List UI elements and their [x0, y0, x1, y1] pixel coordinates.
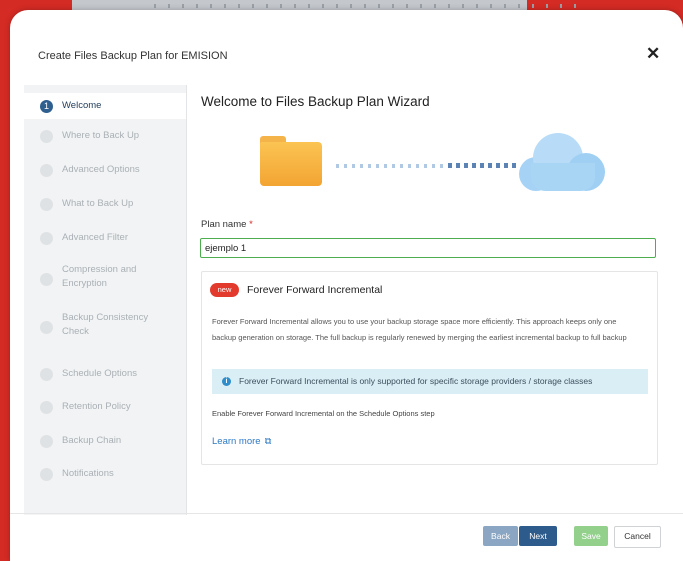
external-link-icon: ⧉ [264, 436, 272, 447]
folder-icon [260, 136, 322, 186]
next-button[interactable]: Next [519, 526, 557, 546]
step-circle-icon [40, 468, 53, 481]
step-advanced-options[interactable]: Advanced Options [24, 161, 186, 181]
step-label: Advanced Filter [62, 232, 129, 243]
dialog-header: Create Files Backup Plan for EMISION ✕ [10, 10, 683, 76]
info-icon: i [222, 377, 231, 386]
step-label: Schedule Options [62, 368, 137, 379]
step-circle-icon [40, 198, 53, 211]
step-what-to-back-up[interactable]: What to Back Up [24, 195, 186, 215]
cancel-button[interactable]: Cancel [614, 526, 661, 548]
new-badge: new [210, 283, 239, 297]
step-circle-icon [40, 401, 53, 414]
step-label: Welcome [62, 100, 102, 111]
required-asterisk: * [249, 219, 253, 230]
card-description: Forever Forward Incremental allows you t… [212, 317, 627, 342]
step-circle-icon [40, 130, 53, 143]
back-button[interactable]: Back [483, 526, 518, 546]
step-backup-consistency-check[interactable]: Backup Consistency Check [24, 311, 186, 343]
wizard-steps-sidebar: 1 Welcome Where to Back Up Advanced Opti… [24, 85, 187, 515]
learn-more-link[interactable]: Learn more ⧉ [212, 436, 271, 447]
step-circle-icon [40, 232, 53, 245]
enable-hint: Enable Forever Forward Incremental on th… [212, 409, 435, 418]
step-welcome[interactable]: 1 Welcome [24, 93, 186, 119]
step-circle-icon [40, 321, 53, 334]
step-label-line1: Backup Consistency [62, 312, 149, 323]
step-label-line2: Encryption [62, 278, 107, 289]
folder-body [260, 142, 322, 186]
step-label-line2: Check [62, 326, 89, 337]
step-advanced-filter[interactable]: Advanced Filter [24, 229, 186, 249]
plan-name-label-text: Plan name [201, 219, 247, 230]
step-notifications[interactable]: Notifications [24, 465, 186, 485]
close-icon[interactable]: ✕ [646, 44, 660, 64]
step-label-line1: Compression and [62, 264, 137, 275]
wizard-title: Welcome to Files Backup Plan Wizard [201, 94, 430, 109]
forever-forward-incremental-card: new Forever Forward Incremental Forever … [201, 271, 658, 465]
backup-plan-dialog: Create Files Backup Plan for EMISION ✕ 1… [10, 10, 683, 561]
step-label: Backup Chain [62, 435, 122, 446]
card-title: Forever Forward Incremental [247, 284, 383, 296]
step-label: Notifications [62, 468, 114, 479]
step-schedule-options[interactable]: Schedule Options [24, 365, 186, 385]
plan-name-input[interactable] [200, 238, 656, 258]
plan-name-label: Plan name * [201, 219, 253, 230]
learn-more-text: Learn more [212, 436, 261, 447]
step-label: Compression and Encryption [62, 263, 136, 291]
step-compression-and-encryption[interactable]: Compression and Encryption [24, 263, 186, 295]
step-retention-policy[interactable]: Retention Policy [24, 398, 186, 418]
step-number-badge: 1 [40, 100, 53, 113]
step-circle-icon [40, 164, 53, 177]
cloud-icon [519, 133, 605, 195]
step-circle-icon [40, 435, 53, 448]
step-label: Advanced Options [62, 164, 140, 175]
info-text: Forever Forward Incremental is only supp… [239, 376, 593, 386]
step-label: What to Back Up [62, 198, 134, 209]
save-button[interactable]: Save [574, 526, 608, 546]
cloud-part [531, 163, 595, 191]
step-circle-icon [40, 273, 53, 286]
transfer-dots-dark [448, 163, 516, 168]
step-label: Backup Consistency Check [62, 311, 148, 339]
step-where-to-back-up[interactable]: Where to Back Up [24, 127, 186, 147]
dialog-footer: Back Next Save Cancel [10, 513, 683, 561]
step-label: Where to Back Up [62, 130, 140, 141]
step-backup-chain[interactable]: Backup Chain [24, 432, 186, 452]
dialog-title: Create Files Backup Plan for EMISION [38, 50, 228, 62]
step-circle-icon [40, 368, 53, 381]
info-banner: i Forever Forward Incremental is only su… [212, 369, 648, 394]
background-dots [154, 4, 584, 8]
step-label: Retention Policy [62, 401, 131, 412]
